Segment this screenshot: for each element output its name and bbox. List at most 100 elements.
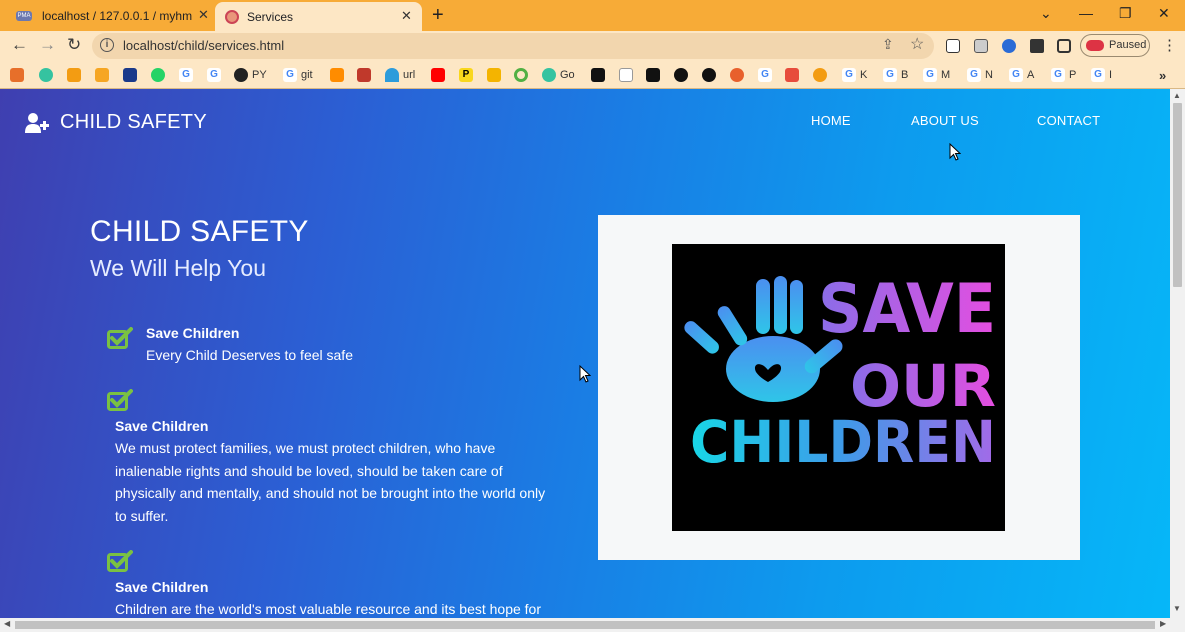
scrollbar-thumb[interactable] <box>1173 103 1182 287</box>
bookmark-label: P <box>1069 69 1077 81</box>
poster-line-save: SAVE <box>818 270 996 349</box>
tab-search-chevron-icon[interactable]: ⌄ <box>1040 5 1052 22</box>
bookmark-git[interactable]: Ggit <box>283 67 313 83</box>
globe-icon[interactable] <box>702 68 716 82</box>
close-tab-icon[interactable]: ✕ <box>401 8 412 24</box>
google-icon: G <box>179 68 193 82</box>
google-icon: G <box>1051 68 1065 82</box>
side-panel-icon[interactable] <box>1057 39 1071 53</box>
bookmark-icon[interactable] <box>357 68 371 82</box>
heart-icon <box>542 68 556 82</box>
horizontal-scrollbar[interactable]: ◀ ▶ <box>0 618 1185 632</box>
google-icon: G <box>207 68 221 82</box>
menu-kebab-icon[interactable]: ⋮ <box>1162 36 1177 54</box>
chart-icon[interactable] <box>95 68 109 82</box>
bookmark-icon[interactable] <box>619 68 633 82</box>
minimize-button[interactable]: — <box>1079 5 1093 21</box>
bookmark-label: Go <box>560 69 575 81</box>
bookmark-label: A <box>1027 69 1035 81</box>
bookmark-label: I <box>1109 69 1113 81</box>
bookmark-b[interactable]: GB <box>883 67 908 83</box>
google-icon: G <box>967 68 981 82</box>
at-extension-icon[interactable] <box>1002 39 1016 53</box>
bookmark-icon[interactable] <box>514 68 528 82</box>
globe-icon[interactable] <box>674 68 688 82</box>
tab-phpmyadmin[interactable]: PMA localhost / 127.0.0.1 / myhmsdb ✕ <box>8 0 216 31</box>
bookmark-icon[interactable] <box>10 68 24 82</box>
bookmark-icon[interactable] <box>330 68 344 82</box>
close-window-button[interactable]: ✕ <box>1158 5 1170 22</box>
scroll-right-arrow-icon[interactable]: ▶ <box>1160 619 1166 628</box>
page-viewport: CHILD SAFETY HOME ABOUT US CONTACT CHILD… <box>0 89 1170 618</box>
bookmark-url[interactable]: url <box>385 67 415 83</box>
bookmark-p[interactable]: GP <box>1051 67 1076 83</box>
hero-title: CHILD SAFETY <box>90 215 309 248</box>
feature-description: We must protect families, we must protec… <box>115 440 546 524</box>
google-icon: G <box>1091 68 1105 82</box>
phpmyadmin-icon: PMA <box>16 10 32 21</box>
mouse-cursor-icon <box>579 364 591 383</box>
more-bookmarks-icon[interactable]: » <box>1159 67 1166 83</box>
address-bar[interactable]: i localhost/child/services.html ⇪ ☆ <box>92 33 934 59</box>
nav-about-us[interactable]: ABOUT US <box>911 113 979 128</box>
brand-logo[interactable]: CHILD SAFETY <box>25 111 207 134</box>
ieee-icon[interactable] <box>123 68 137 82</box>
bookmark-label: git <box>301 69 313 81</box>
scroll-up-arrow-icon[interactable]: ▲ <box>1173 91 1181 100</box>
github-icon <box>234 68 248 82</box>
avatar <box>1086 40 1104 51</box>
puzzle-extensions-icon[interactable] <box>1030 39 1044 53</box>
mouse-cursor-icon <box>949 143 961 161</box>
nav-contact[interactable]: CONTACT <box>1037 113 1100 128</box>
share-icon[interactable]: ⇪ <box>882 36 894 53</box>
bookmark-icon[interactable] <box>487 68 501 82</box>
matlab-icon[interactable] <box>785 68 799 82</box>
bookmark-a[interactable]: GA <box>1009 67 1034 83</box>
bookmark-go[interactable]: Go <box>542 67 575 83</box>
save-our-children-poster: SAVE OUR CHILDREN <box>672 244 1005 531</box>
feature-title: Save Children <box>115 418 209 434</box>
bookmark-icon[interactable] <box>67 68 81 82</box>
panda-extension-icon[interactable] <box>946 39 960 53</box>
site-info-icon[interactable]: i <box>100 38 114 52</box>
google-icon[interactable]: G <box>758 68 772 82</box>
nav-home[interactable]: HOME <box>811 113 851 128</box>
bookmark-github-py[interactable]: PY <box>234 67 267 83</box>
vertical-scrollbar[interactable]: ▲ ▼ <box>1170 89 1185 618</box>
bookmark-icon[interactable] <box>591 68 605 82</box>
hero-subtitle: We Will Help You <box>90 255 266 281</box>
whatsapp-icon[interactable] <box>151 68 165 82</box>
url-text[interactable]: localhost/child/services.html <box>123 38 284 53</box>
new-tab-button[interactable]: + <box>432 4 444 27</box>
bookmark-icon[interactable] <box>39 68 53 82</box>
close-tab-icon[interactable]: ✕ <box>198 7 209 23</box>
tab-services[interactable]: Services ✕ <box>215 2 422 31</box>
scroll-left-arrow-icon[interactable]: ◀ <box>4 619 10 628</box>
bookmark-icon[interactable] <box>646 68 660 82</box>
checkbox-check-icon <box>107 389 133 411</box>
browser-tab-strip: PMA localhost / 127.0.0.1 / myhmsdb ✕ Se… <box>0 0 1185 31</box>
bookmark-i[interactable]: GI <box>1091 67 1112 83</box>
forward-button[interactable]: → <box>39 35 56 55</box>
reload-button[interactable]: ↻ <box>67 35 81 55</box>
back-button[interactable]: ← <box>11 35 28 55</box>
profile-paused-button[interactable]: Paused <box>1080 34 1150 57</box>
scroll-down-arrow-icon[interactable]: ▼ <box>1173 604 1181 613</box>
bookmark-n[interactable]: GN <box>967 67 993 83</box>
google-icon: G <box>1009 68 1023 82</box>
bookmark-label: K <box>860 69 868 81</box>
bookmark-m[interactable]: GM <box>923 67 950 83</box>
bookmark-icon[interactable] <box>813 68 827 82</box>
bookmark-icon[interactable] <box>730 68 744 82</box>
bookmark-k[interactable]: GK <box>842 67 867 83</box>
youtube-icon[interactable] <box>431 68 445 82</box>
bookmark-star-icon[interactable]: ☆ <box>910 34 924 54</box>
site-favicon-icon <box>225 9 239 24</box>
bookmark-google[interactable]: G <box>207 67 225 83</box>
bookmark-icon[interactable]: P <box>459 68 473 82</box>
scrollbar-thumb[interactable] <box>15 621 1155 629</box>
extension-icon[interactable] <box>974 39 988 53</box>
google-icon: G <box>842 68 856 82</box>
restore-button[interactable]: ❐ <box>1119 5 1132 22</box>
bookmark-google[interactable]: G <box>179 67 197 83</box>
